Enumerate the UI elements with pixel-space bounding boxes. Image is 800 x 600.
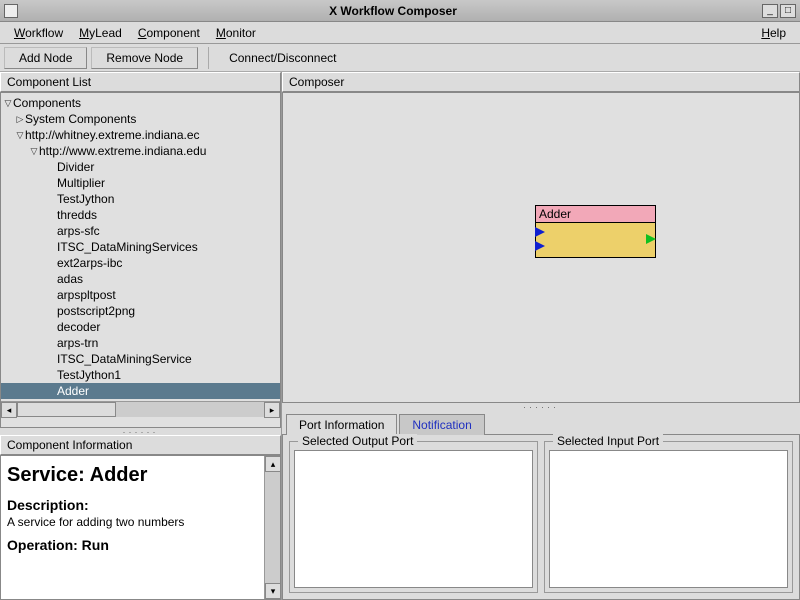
menu-help-label: elp (770, 26, 786, 40)
selected-input-port-group: Selected Input Port (544, 441, 793, 593)
tree-leaf[interactable]: adas (57, 271, 83, 287)
tree-leaf[interactable]: arps-sfc (57, 223, 100, 239)
output-port-icon[interactable] (646, 234, 656, 244)
system-menu-icon[interactable] (4, 4, 18, 18)
menu-monitor-label: onitor (226, 26, 256, 40)
tree-expand-icon[interactable] (3, 95, 13, 111)
tree-leaf[interactable]: postscript2png (57, 303, 135, 319)
input-port-icon[interactable] (535, 241, 545, 251)
menu-mylead-label: yLead (89, 26, 122, 40)
tree-expand-icon[interactable] (29, 143, 39, 159)
component-tree[interactable]: Components System Components http://whit… (0, 92, 281, 428)
selected-input-port-box[interactable] (549, 450, 788, 588)
tree-leaf[interactable]: decoder (57, 319, 100, 335)
selected-output-port-box[interactable] (294, 450, 533, 588)
tree-leaf[interactable]: arpspltpost (57, 287, 116, 303)
canvas-node-adder[interactable]: Adder (535, 205, 656, 258)
split-handle-horizontal[interactable]: ······ (282, 403, 800, 410)
menu-monitor[interactable]: Monitor (208, 24, 264, 42)
component-info-header: Component Information (0, 435, 281, 455)
toolbar: Add Node Remove Node Connect/Disconnect (0, 44, 800, 72)
tree-host2[interactable]: http://www.extreme.indiana.edu (39, 143, 206, 159)
tree-system[interactable]: System Components (25, 111, 136, 127)
component-info-panel: Service: Adder Description: A service fo… (0, 455, 281, 600)
selected-output-port-label: Selected Output Port (298, 434, 417, 448)
tree-leaf[interactable]: Multiplier (57, 175, 105, 191)
tree-leaf[interactable]: ITSC_DataMiningService (57, 351, 192, 367)
tree-leaf[interactable]: thredds (57, 207, 97, 223)
menu-help[interactable]: Help (753, 24, 794, 42)
tree-leaf[interactable]: ext2arps-ibc (57, 255, 122, 271)
menu-workflow-label: orkflow (25, 26, 63, 40)
maximize-button[interactable]: □ (780, 4, 796, 18)
tree-leaf-selected[interactable]: Adder (57, 384, 89, 398)
operation-heading: Operation: Run (7, 537, 274, 553)
composer-canvas[interactable]: Adder (282, 92, 800, 403)
menu-component-label: omponent (147, 26, 200, 40)
tree-root[interactable]: Components (13, 95, 81, 111)
toolbar-separator (208, 47, 209, 69)
tree-host1[interactable]: http://whitney.extreme.indiana.ec (25, 127, 200, 143)
add-node-button[interactable]: Add Node (4, 47, 87, 69)
title-bar: X Workflow Composer _ □ (0, 0, 800, 22)
input-port-icon[interactable] (535, 227, 545, 237)
tree-leaf[interactable]: arps-trn (57, 335, 98, 351)
minimize-button[interactable]: _ (762, 4, 778, 18)
component-list-header: Component List (0, 72, 281, 92)
composer-header: Composer (282, 72, 800, 92)
connect-disconnect-button[interactable]: Connect/Disconnect (219, 48, 346, 68)
scroll-right-icon[interactable]: ▸ (264, 402, 280, 418)
service-title: Service: Adder (7, 464, 274, 487)
tree-leaf[interactable]: TestJython (57, 191, 114, 207)
selected-output-port-group: Selected Output Port (289, 441, 538, 593)
tab-notification[interactable]: Notification (399, 414, 484, 435)
window-title: X Workflow Composer (26, 4, 760, 18)
tree-leaf[interactable]: Divider (57, 159, 94, 175)
tree-leaf[interactable]: ITSC_DataMiningServices (57, 239, 198, 255)
tree-leaf[interactable]: TestJython1 (57, 367, 121, 383)
component-info-scrollbar[interactable]: ▴ ▾ (264, 456, 280, 599)
tab-port-information[interactable]: Port Information (286, 414, 397, 435)
port-information-panel: Selected Output Port Selected Input Port (282, 434, 800, 600)
selected-input-port-label: Selected Input Port (553, 434, 663, 448)
description-text: A service for adding two numbers (7, 515, 274, 529)
description-heading: Description: (7, 497, 274, 513)
menu-bar: Workflow MyLead Component Monitor Help (0, 22, 800, 44)
tree-horizontal-scrollbar[interactable]: ◂ ▸ (1, 401, 280, 417)
tree-expand-icon[interactable] (15, 127, 25, 143)
menu-mylead[interactable]: MyLead (71, 24, 130, 42)
node-body[interactable] (536, 223, 655, 257)
menu-component[interactable]: Component (130, 24, 208, 42)
scroll-left-icon[interactable]: ◂ (1, 402, 17, 418)
remove-node-button[interactable]: Remove Node (91, 47, 198, 69)
menu-workflow[interactable]: Workflow (6, 24, 71, 42)
scroll-thumb[interactable] (17, 402, 116, 417)
bottom-tabs: Port Information Notification (282, 410, 800, 434)
split-handle-horizontal[interactable]: ······ (0, 428, 281, 435)
scroll-down-icon[interactable]: ▾ (265, 583, 281, 599)
scroll-up-icon[interactable]: ▴ (265, 456, 281, 472)
node-title: Adder (536, 206, 655, 223)
tree-expand-icon[interactable] (15, 111, 25, 127)
